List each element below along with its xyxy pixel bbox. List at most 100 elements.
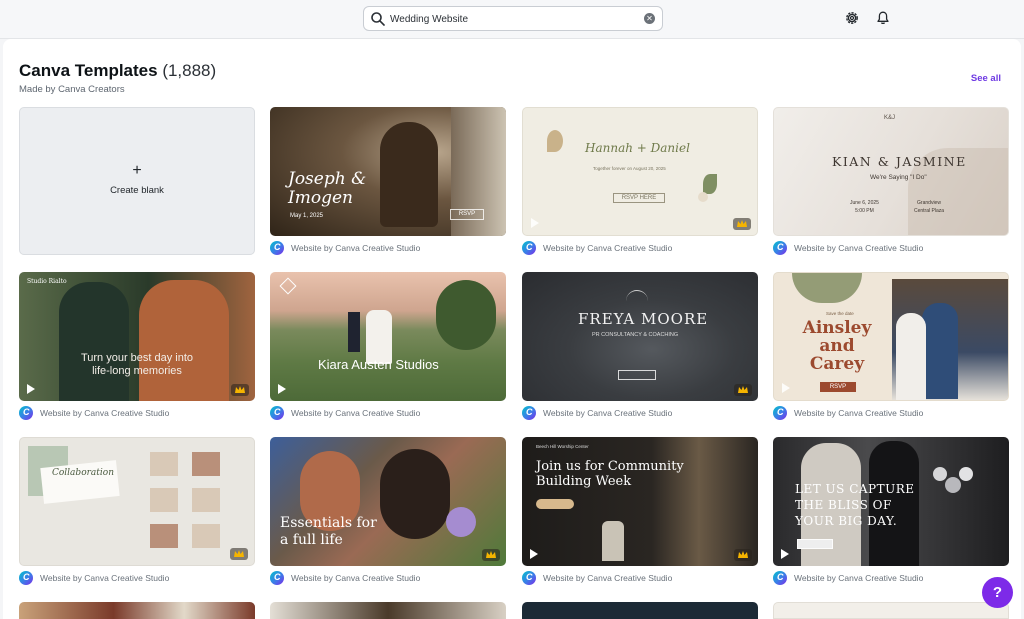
play-icon xyxy=(27,384,35,394)
plus-icon: + xyxy=(132,162,142,179)
template-caption: C Website by Canva Creative Studio xyxy=(522,571,758,585)
template-monogram: K&J xyxy=(884,115,896,121)
canva-logo-icon: C xyxy=(270,571,284,585)
play-icon xyxy=(782,383,790,393)
template-thumbnail[interactable]: K&J KIAN & JASMINE We're Saying "I Do" J… xyxy=(773,107,1009,236)
template-title: Essentials for a full life xyxy=(280,515,377,548)
caption-text: Website by Canva Creative Studio xyxy=(291,243,421,253)
caption-text: Website by Canva Creative Studio xyxy=(543,408,673,418)
canva-logo-icon: C xyxy=(270,406,284,420)
create-blank-label: Create blank xyxy=(110,185,164,196)
template-rsvp-button: RSVP xyxy=(450,209,484,220)
template-title: Ainsley and Carey xyxy=(802,318,872,374)
template-button xyxy=(797,539,833,549)
premium-crown-icon xyxy=(231,384,249,396)
template-subtitle: PR CONSULTANCY & COACHING xyxy=(592,332,679,338)
canva-logo-icon: C xyxy=(773,241,787,255)
template-caption: C Website by Canva Creative Studio xyxy=(270,571,506,585)
template-thumbnail-partial[interactable] xyxy=(773,602,1009,619)
caption-text: Website by Canva Creative Studio xyxy=(543,573,673,583)
template-title: Turn your best day into life-long memori… xyxy=(80,352,194,377)
canva-logo-icon: C xyxy=(19,571,33,585)
template-caption: C Website by Canva Creative Studio xyxy=(522,241,758,255)
caption-text: Website by Canva Creative Studio xyxy=(794,408,924,418)
premium-crown-icon xyxy=(734,384,752,396)
canva-logo-icon: C xyxy=(522,406,536,420)
template-save-the-date: Save the date xyxy=(826,311,854,316)
caption-text: Website by Canva Creative Studio xyxy=(40,573,170,583)
template-thumbnail[interactable]: FREYA MOORE PR CONSULTANCY & COACHING xyxy=(522,272,758,401)
template-thumbnail[interactable]: Essentials for a full life xyxy=(270,437,506,566)
caption-text: Website by Canva Creative Studio xyxy=(794,243,924,253)
template-subtext: Together forever on August 20, 2025 xyxy=(593,166,666,171)
template-thumbnail[interactable]: Collaboration xyxy=(19,437,255,566)
canva-logo-icon: C xyxy=(522,571,536,585)
settings-gear-icon[interactable] xyxy=(844,10,860,26)
template-title: KIAN & JASMINE xyxy=(832,154,967,169)
canva-logo-icon: C xyxy=(773,406,787,420)
caption-text: Website by Canva Creative Studio xyxy=(794,573,924,583)
section-heading: Canva Templates (1,888) xyxy=(19,61,216,81)
template-caption: C Website by Canva Creative Studio xyxy=(270,406,506,420)
template-title: Collaboration xyxy=(52,468,114,478)
template-title: LET US CAPTURE THE BLISS OF YOUR BIG DAY… xyxy=(795,482,915,528)
template-venue: Grandview Central Plaza xyxy=(914,200,945,214)
template-title: Joseph & Imogen xyxy=(288,169,367,208)
template-caption: C Website by Canva Creative Studio xyxy=(19,406,255,420)
see-all-link[interactable]: See all xyxy=(971,73,1001,84)
template-thumbnail[interactable]: Save the date Ainsley and Carey RSVP xyxy=(773,272,1009,401)
caption-text: Website by Canva Creative Studio xyxy=(291,573,421,583)
template-title: Kiara Austen Studios xyxy=(318,357,439,372)
template-date: May 1, 2025 xyxy=(290,213,324,219)
search-input[interactable] xyxy=(390,10,630,28)
play-icon xyxy=(781,549,789,559)
canva-logo-icon: C xyxy=(773,571,787,585)
template-thumbnail-partial[interactable] xyxy=(522,602,758,619)
template-brand: Studio Rialto xyxy=(27,278,67,285)
template-rsvp-button: RSVP xyxy=(820,382,856,392)
template-date: June 6, 2025 5:00 PM xyxy=(850,200,879,214)
canva-logo-icon: C xyxy=(522,241,536,255)
template-caption: C Website by Canva Creative Studio xyxy=(773,241,1009,255)
template-title: FREYA MOORE xyxy=(578,310,709,328)
search-icon xyxy=(371,12,385,26)
template-caption: C Website by Canva Creative Studio xyxy=(522,406,758,420)
template-caption: C Website by Canva Creative Studio xyxy=(773,571,1009,585)
help-button[interactable]: ? xyxy=(982,577,1013,608)
template-thumbnail[interactable]: Beech Hill Worship Center Join us for Co… xyxy=(522,437,758,566)
top-bar: ✕ xyxy=(0,0,1024,39)
premium-crown-icon xyxy=(482,549,500,561)
canva-logo-icon: C xyxy=(270,241,284,255)
premium-crown-icon xyxy=(734,549,752,561)
create-blank-card[interactable]: + Create blank xyxy=(19,107,255,255)
template-thumbnail[interactable]: Joseph & Imogen May 1, 2025 RSVP xyxy=(270,107,506,236)
search-bar[interactable]: ✕ xyxy=(363,6,663,31)
template-thumbnail-partial[interactable] xyxy=(19,602,255,619)
template-thumbnail-partial[interactable] xyxy=(270,602,506,619)
template-button xyxy=(618,370,656,380)
template-subtitle: We're Saying "I Do" xyxy=(870,174,927,181)
play-icon xyxy=(531,218,539,228)
template-caption: C Website by Canva Creative Studio xyxy=(773,406,1009,420)
section-title: Canva Templates xyxy=(19,61,158,80)
premium-crown-icon xyxy=(733,218,751,230)
template-thumbnail[interactable]: Kiara Austen Studios xyxy=(270,272,506,401)
template-title: Join us for Community Building Week xyxy=(536,459,684,489)
play-icon xyxy=(530,549,538,559)
template-thumbnail[interactable]: Hannah + Daniel Together forever on Augu… xyxy=(522,107,758,236)
template-thumbnail[interactable]: LET US CAPTURE THE BLISS OF YOUR BIG DAY… xyxy=(773,437,1009,566)
template-thumbnail[interactable]: Studio Rialto Turn your best day into li… xyxy=(19,272,255,401)
template-count: (1,888) xyxy=(162,61,217,80)
notifications-bell-icon[interactable] xyxy=(875,10,891,26)
section-subtitle: Made by Canva Creators xyxy=(19,84,125,95)
premium-crown-icon xyxy=(230,548,248,560)
template-title: Hannah + Daniel xyxy=(585,141,690,155)
template-rsvp-button: RSVP HERE xyxy=(613,193,665,203)
clear-search-icon[interactable]: ✕ xyxy=(644,13,655,24)
template-venue: Beech Hill Worship Center xyxy=(536,444,589,449)
caption-text: Website by Canva Creative Studio xyxy=(40,408,170,418)
play-icon xyxy=(278,384,286,394)
caption-text: Website by Canva Creative Studio xyxy=(543,243,673,253)
canva-logo-icon: C xyxy=(19,406,33,420)
caption-text: Website by Canva Creative Studio xyxy=(291,408,421,418)
